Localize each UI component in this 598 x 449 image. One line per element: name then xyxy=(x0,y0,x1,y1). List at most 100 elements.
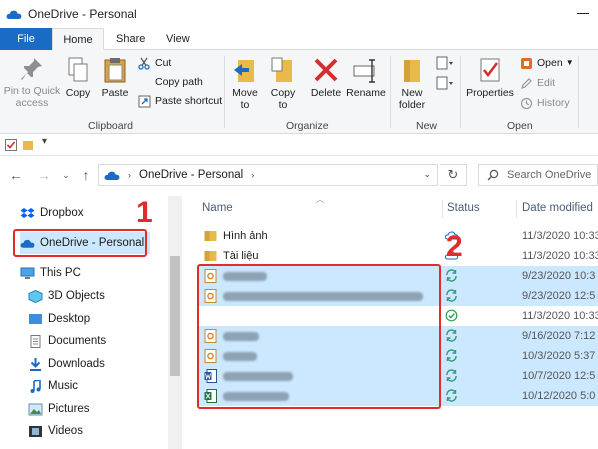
sync-arrows-icon xyxy=(446,289,457,302)
nav-item-pictures[interactable]: Pictures xyxy=(28,398,90,420)
cut-label: Cut xyxy=(155,57,172,69)
quick-access-toolbar: ▾ xyxy=(0,134,598,156)
paste-shortcut-button[interactable]: Paste shortcut xyxy=(138,93,222,109)
new-item-button[interactable] xyxy=(434,56,456,73)
nav-item-dropbox[interactable]: Dropbox xyxy=(20,202,83,224)
recent-locations-chevron-icon[interactable]: ⌄ xyxy=(58,167,74,183)
edit-icon xyxy=(521,77,532,89)
dropbox-icon xyxy=(20,207,35,218)
search-input[interactable]: Search OneDrive xyxy=(478,164,598,186)
address-dropdown-icon[interactable]: ⌄ xyxy=(423,169,431,180)
copy-to-label: Copy to xyxy=(270,87,296,111)
tab-home[interactable]: Home xyxy=(52,28,104,51)
history-icon xyxy=(520,97,533,109)
move-to-label: Move to xyxy=(232,87,258,111)
column-header-date-modified[interactable]: Date modified xyxy=(522,196,593,220)
scrollbar-thumb[interactable] xyxy=(170,256,180,376)
open-group-label: Open xyxy=(507,120,533,132)
breadcrumb-path[interactable]: OneDrive - Personal xyxy=(139,169,243,181)
cut-button[interactable]: Cut xyxy=(138,55,171,71)
file-date: 11/3/2020 10:33 xyxy=(522,230,598,242)
title-bar: OneDrive - Personal xyxy=(0,0,598,28)
refresh-button[interactable]: ↻ xyxy=(440,164,467,186)
move-to-button[interactable]: Move to xyxy=(228,56,262,111)
nav-item-documents[interactable]: Documents xyxy=(28,330,106,352)
scissors-icon xyxy=(138,57,150,70)
nav-item-music[interactable]: Music xyxy=(28,375,78,397)
delete-x-icon xyxy=(314,58,338,82)
ribbon-separator xyxy=(578,56,579,128)
history-button[interactable]: History xyxy=(520,95,570,111)
column-separator[interactable] xyxy=(442,200,443,218)
breadcrumb-chevron-icon: › xyxy=(251,170,255,180)
easy-access-button[interactable] xyxy=(434,76,456,93)
folder-icon[interactable] xyxy=(22,139,34,151)
copy-label: Copy xyxy=(65,87,91,99)
new-folder-icon xyxy=(404,60,420,82)
file-date: 10/12/2020 5:0 xyxy=(522,390,596,402)
tab-view[interactable]: View xyxy=(156,28,200,50)
copy-to-button[interactable]: Copy to xyxy=(266,56,300,111)
documents-icon xyxy=(30,334,41,348)
column-separator[interactable] xyxy=(516,200,517,218)
folder-icon xyxy=(204,251,217,261)
checkbox-icon[interactable] xyxy=(5,139,17,151)
window-title: OneDrive - Personal xyxy=(28,7,137,21)
sync-arrows-icon xyxy=(446,369,457,382)
onedrive-cloud-icon xyxy=(104,171,120,180)
tab-file[interactable]: File xyxy=(0,28,52,50)
nav-item-label: Pictures xyxy=(48,403,90,415)
annotation-box-selected-files xyxy=(197,264,441,409)
column-header-status[interactable]: Status xyxy=(447,196,480,220)
breadcrumb-chevron-icon: › xyxy=(128,170,131,180)
up-arrow-icon[interactable]: ↑ xyxy=(78,167,94,183)
address-bar[interactable]: › OneDrive - Personal › ⌄ xyxy=(98,164,438,186)
desktop-icon xyxy=(29,313,42,324)
sync-arrows-icon xyxy=(446,349,457,362)
pin-icon xyxy=(21,58,42,80)
new-folder-button[interactable]: New folder xyxy=(394,56,430,111)
rename-label: Rename xyxy=(346,87,386,99)
file-row[interactable]: Hình ảnh 11/3/2020 10:33 xyxy=(198,226,598,246)
pin-to-quick-access-button[interactable]: Pin to Quick access xyxy=(2,56,62,109)
forward-arrow-icon[interactable]: → xyxy=(36,167,52,183)
nav-item-label: This PC xyxy=(40,267,81,279)
properties-icon xyxy=(480,58,500,82)
file-date: 9/23/2020 12:5 xyxy=(522,290,596,302)
paste-button[interactable]: Paste xyxy=(98,56,132,99)
organize-group-label: Organize xyxy=(286,120,329,132)
edit-button[interactable]: Edit xyxy=(520,75,555,91)
nav-item-desktop[interactable]: Desktop xyxy=(28,308,90,330)
nav-item-videos[interactable]: Videos xyxy=(28,420,83,442)
copy-path-icon xyxy=(138,76,151,89)
synced-check-icon xyxy=(445,309,458,322)
file-row[interactable]: Tài liệu 11/3/2020 10:33 xyxy=(198,246,598,266)
file-date: 11/3/2020 10:33 xyxy=(522,310,598,322)
column-header-name[interactable]: Name xyxy=(202,196,233,220)
nav-item-3d-objects[interactable]: 3D Objects xyxy=(28,285,105,307)
nav-item-this-pc[interactable]: This PC xyxy=(20,262,81,284)
tab-share[interactable]: Share xyxy=(106,28,155,50)
file-date: 9/16/2020 7:12 xyxy=(522,330,596,342)
edit-label: Edit xyxy=(537,77,556,89)
film-icon xyxy=(29,425,42,437)
ribbon-separator xyxy=(460,56,461,128)
open-label: Open xyxy=(537,57,563,69)
navigation-scrollbar[interactable] xyxy=(168,196,182,449)
annotation-number-2: 2 xyxy=(446,230,463,263)
minimize-button[interactable] xyxy=(574,6,592,20)
copy-button[interactable]: Copy xyxy=(62,56,94,99)
back-arrow-icon[interactable]: ← xyxy=(8,167,24,183)
rename-button[interactable]: Rename xyxy=(346,56,386,99)
copy-path-button[interactable]: Copy path xyxy=(138,74,203,90)
pin-label: Pin to Quick access xyxy=(3,85,61,109)
customize-toolbar-icon[interactable]: ▾ xyxy=(42,136,47,147)
music-note-icon xyxy=(30,379,41,393)
open-button[interactable]: Open ▼ xyxy=(520,55,574,71)
file-date: 9/23/2020 10:3 xyxy=(522,270,596,282)
nav-item-downloads[interactable]: Downloads xyxy=(28,353,105,375)
clipboard-group-label: Clipboard xyxy=(88,120,133,132)
delete-button[interactable]: Delete xyxy=(308,56,344,99)
properties-button[interactable]: Properties xyxy=(464,56,516,99)
computer-icon xyxy=(20,267,35,279)
